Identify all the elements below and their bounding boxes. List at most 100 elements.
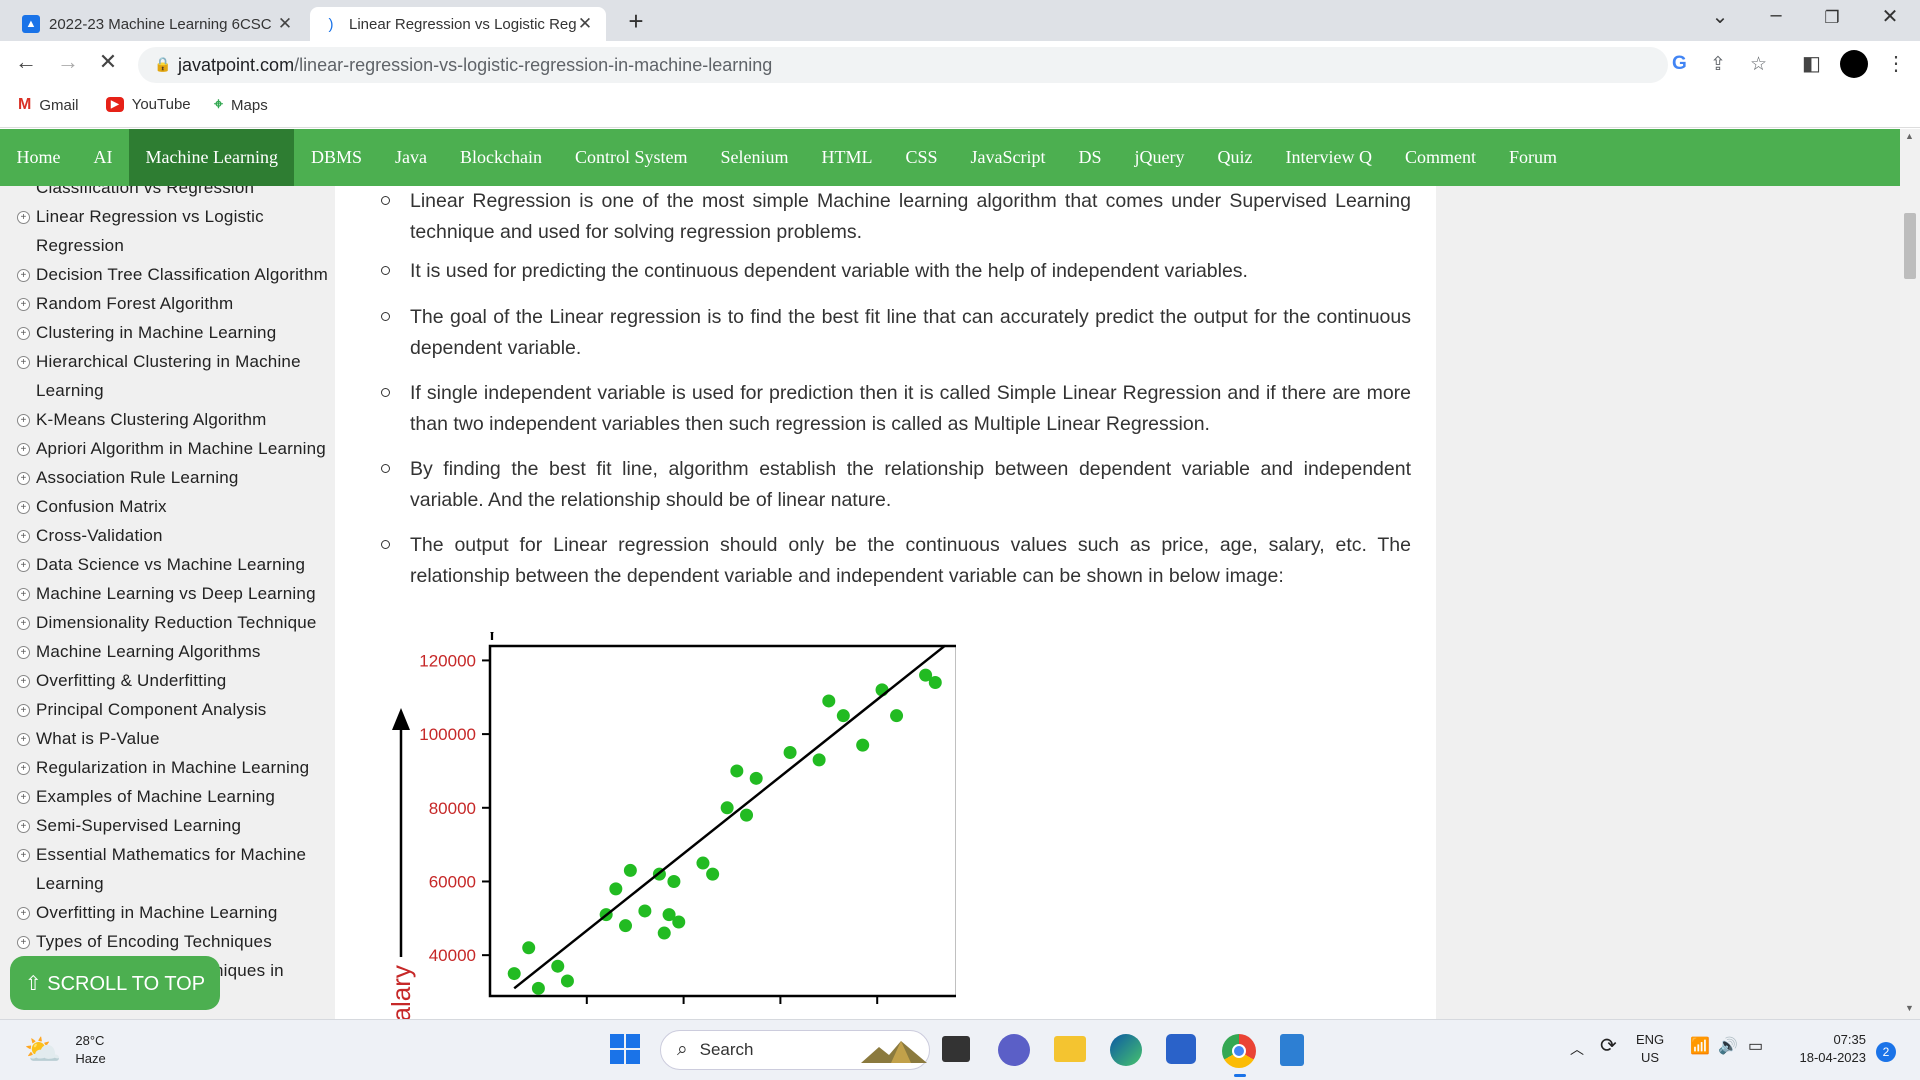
- sidebar-item[interactable]: + Overfitting & Underfitting: [0, 667, 335, 694]
- bullet-item: It is used for predicting the continuous…: [336, 256, 1411, 287]
- sidebar-item[interactable]: Classification vs Regression: [0, 186, 335, 201]
- profile-avatar[interactable]: [1840, 50, 1868, 78]
- nav-item-javascript[interactable]: JavaScript: [954, 129, 1062, 186]
- data-point: [812, 753, 826, 767]
- nav-item-interview-q[interactable]: Interview Q: [1269, 129, 1388, 186]
- google-translate-icon[interactable]: G: [1672, 53, 1687, 75]
- sidebar-item[interactable]: + Cross-Validation: [0, 522, 335, 549]
- bookmark-maps[interactable]: ⌖ Maps: [214, 96, 268, 114]
- nav-item-dbms[interactable]: DBMS: [294, 129, 378, 186]
- sidebar-item[interactable]: + Decision Tree Classification Algorithm: [0, 261, 335, 288]
- data-point: [783, 746, 797, 760]
- sidebar-item[interactable]: + Regularization in Machine Learning: [0, 754, 335, 781]
- y-tick-label: 80000: [429, 799, 476, 818]
- sidebar-item[interactable]: + Dimensionality Reduction Technique: [0, 609, 335, 636]
- sidebar-item[interactable]: Learning: [0, 377, 335, 404]
- scroll-down-arrow-icon[interactable]: ▼: [1905, 1003, 1914, 1013]
- volume-icon[interactable]: 🔊: [1718, 1038, 1738, 1056]
- tab-linear-regression[interactable]: ) Linear Regression vs Logistic Reg ✕: [310, 7, 606, 41]
- menu-kebab-icon[interactable]: ⋮: [1886, 51, 1906, 76]
- tab-ml-course[interactable]: ▲ 2022-23 Machine Learning 6CSC ✕: [10, 7, 306, 41]
- sidebar-item[interactable]: + Examples of Machine Learning: [0, 783, 335, 810]
- url-text[interactable]: javatpoint.com/linear-regression-vs-logi…: [178, 55, 772, 76]
- bookmark-youtube[interactable]: ▶ YouTube: [106, 96, 191, 113]
- minimize-button[interactable]: –: [1756, 4, 1796, 27]
- clock[interactable]: 07:35 18-04-2023: [1786, 1031, 1867, 1067]
- microsoft-store-icon[interactable]: [1166, 1034, 1196, 1064]
- edge-browser-icon[interactable]: [1110, 1034, 1142, 1066]
- sidebar-item[interactable]: + Hierarchical Clustering in Machine: [0, 348, 335, 375]
- taskbar-search-box[interactable]: ⌕ Search: [660, 1030, 930, 1070]
- sidebar-item[interactable]: + Overfitting in Machine Learning: [0, 899, 335, 926]
- bookmarks-bar: M Gmail ▶ YouTube ⌖ Maps: [0, 88, 1920, 128]
- close-tab-icon[interactable]: ✕: [576, 14, 594, 34]
- nav-item-forum[interactable]: Forum: [1492, 129, 1573, 186]
- nav-item-ai[interactable]: AI: [77, 129, 129, 186]
- sidebar-item[interactable]: + Association Rule Learning: [0, 464, 335, 491]
- y-tick-label: 40000: [429, 946, 476, 965]
- nav-item-java[interactable]: Java: [378, 129, 443, 186]
- nav-item-home[interactable]: Home: [0, 129, 77, 186]
- file-explorer-icon[interactable]: [1054, 1036, 1086, 1062]
- sidebar-item[interactable]: + What is P-Value: [0, 725, 335, 752]
- scroll-up-arrow-icon[interactable]: ▲: [1905, 131, 1914, 141]
- scroll-to-top-button[interactable]: ⇧ SCROLL TO TOP: [10, 956, 220, 1010]
- tab-title: Linear Regression vs Logistic Reg: [349, 15, 576, 33]
- sidebar-item-label: Regularization in Machine Learning: [36, 758, 310, 777]
- forward-arrow-icon[interactable]: →: [52, 49, 84, 75]
- nav-item-css[interactable]: CSS: [889, 129, 954, 186]
- close-tab-icon[interactable]: ✕: [276, 14, 294, 34]
- nav-item-ds[interactable]: DS: [1062, 129, 1118, 186]
- sidebar-item[interactable]: + Principal Component Analysis: [0, 696, 335, 723]
- tab-search-chevron-icon[interactable]: ⌄: [1700, 4, 1740, 29]
- language-indicator[interactable]: ENG US: [1636, 1031, 1664, 1067]
- sidebar-item[interactable]: Learning: [0, 870, 335, 897]
- sidebar-item[interactable]: + Data Science vs Machine Learning: [0, 551, 335, 578]
- sidebar-item[interactable]: + Linear Regression vs Logistic: [0, 203, 335, 230]
- chrome-icon[interactable]: [1222, 1034, 1256, 1068]
- sidebar-item[interactable]: + Machine Learning Algorithms: [0, 638, 335, 665]
- sidebar-item[interactable]: + Essential Mathematics for Machine: [0, 841, 335, 868]
- notification-badge[interactable]: 2: [1876, 1042, 1896, 1062]
- side-panel-icon[interactable]: ◧: [1802, 51, 1821, 76]
- nav-item-selenium[interactable]: Selenium: [704, 129, 805, 186]
- nav-item-jquery[interactable]: jQuery: [1118, 129, 1201, 186]
- wifi-icon[interactable]: 📶: [1690, 1038, 1710, 1056]
- share-icon[interactable]: ⇪: [1710, 53, 1726, 76]
- nav-item-control-system[interactable]: Control System: [558, 129, 704, 186]
- sidebar-item[interactable]: + K-Means Clustering Algorithm: [0, 406, 335, 433]
- sync-icon[interactable]: ⟳: [1600, 1036, 1617, 1056]
- sidebar-item[interactable]: + Apriori Algorithm in Machine Learning: [0, 435, 335, 462]
- task-view-icon[interactable]: [942, 1036, 970, 1062]
- sidebar-item[interactable]: + Types of Encoding Techniques: [0, 928, 335, 955]
- nav-item-html[interactable]: HTML: [805, 129, 889, 186]
- nav-item-blockchain[interactable]: Blockchain: [443, 129, 558, 186]
- notepad-icon[interactable]: [1280, 1034, 1304, 1066]
- bookmark-star-icon[interactable]: ☆: [1750, 53, 1767, 76]
- page-scrollbar[interactable]: ▲ ▼: [1900, 129, 1920, 1019]
- windows-start-icon[interactable]: [610, 1034, 640, 1064]
- address-bar[interactable]: 🔒 javatpoint.com/linear-regression-vs-lo…: [138, 47, 1767, 83]
- nav-item-quiz[interactable]: Quiz: [1201, 129, 1269, 186]
- battery-icon[interactable]: ▭: [1748, 1038, 1763, 1056]
- expand-plus-icon: +: [17, 211, 30, 224]
- scrollbar-thumb[interactable]: [1904, 213, 1916, 279]
- restore-button[interactable]: ❐: [1812, 8, 1852, 28]
- bookmark-gmail[interactable]: M Gmail: [18, 96, 79, 114]
- teams-chat-icon[interactable]: [998, 1034, 1030, 1066]
- weather-widget[interactable]: ⛅ 28°C Haze: [24, 1032, 106, 1068]
- sidebar-item[interactable]: Regression: [0, 232, 335, 259]
- stop-loading-icon[interactable]: ✕: [92, 49, 124, 75]
- nav-item-comment[interactable]: Comment: [1388, 129, 1492, 186]
- close-window-button[interactable]: ✕: [1870, 4, 1910, 29]
- sidebar-item[interactable]: + Machine Learning vs Deep Learning: [0, 580, 335, 607]
- tray-chevron-up-icon[interactable]: ︿: [1570, 1040, 1584, 1058]
- sidebar-item[interactable]: + Clustering in Machine Learning: [0, 319, 335, 346]
- back-arrow-icon[interactable]: ←: [10, 49, 42, 75]
- sidebar-item[interactable]: + Random Forest Algorithm: [0, 290, 335, 317]
- new-tab-button[interactable]: +: [622, 6, 650, 37]
- sidebar-item[interactable]: + Confusion Matrix: [0, 493, 335, 520]
- sidebar-item[interactable]: + Semi-Supervised Learning: [0, 812, 335, 839]
- nav-item-machine-learning[interactable]: Machine Learning: [129, 129, 295, 186]
- gmail-icon: M: [18, 96, 32, 113]
